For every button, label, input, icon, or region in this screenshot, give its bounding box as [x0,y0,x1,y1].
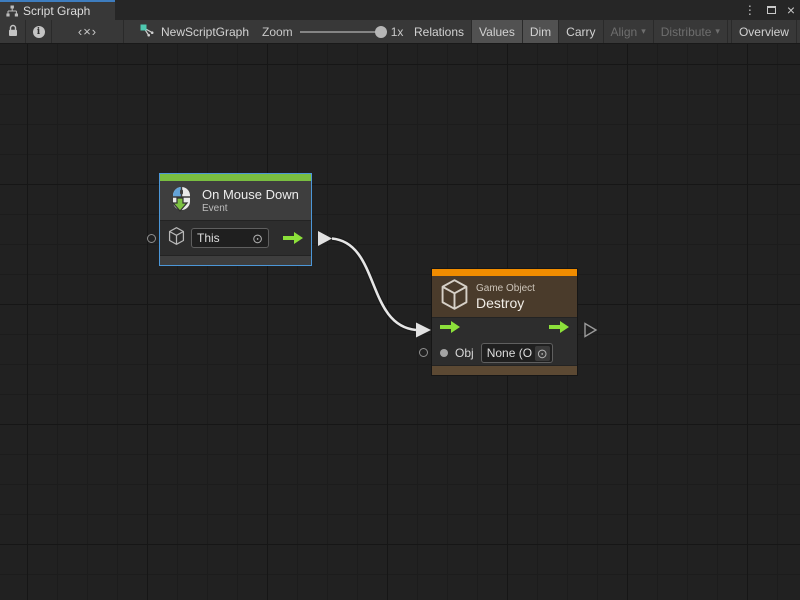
obj-param-row: Obj None (O ⊙ [432,341,577,365]
relations-button[interactable]: Relations [407,20,472,43]
toolbar-icon-group: i ‹×› [0,20,124,43]
zoom-label: Zoom [262,25,293,39]
info-icon: i [33,26,45,38]
node-title: Destroy [476,295,535,311]
toolbar-separator [123,20,124,43]
param-label: Obj [455,346,474,360]
tab-bar: Script Graph ⋮ × [0,0,800,20]
node-titles: On Mouse Down Event [202,187,299,214]
window-controls: ⋮ × [744,0,795,20]
graph-node-icon [140,24,154,40]
graph-reference[interactable]: NewScriptGraph [140,20,249,43]
chevron-down-icon: ▾ [715,26,720,37]
zoom-control: Zoom 1x [262,20,403,43]
node-titles: Game Object Destroy [476,283,535,311]
tab-script-graph[interactable]: Script Graph [0,0,115,20]
code-preview-button[interactable]: ‹×› [52,20,123,43]
node-accent-bar [160,174,311,181]
value-input-dot-icon[interactable] [440,349,448,357]
close-icon[interactable]: × [787,3,795,17]
graph-hierarchy-icon [6,5,18,17]
graph-toolbar: i ‹×› NewScriptGraph Zoom [0,20,800,44]
distribute-dropdown[interactable]: Distribute ▾ [654,20,728,43]
flow-input-arrow-icon[interactable] [440,320,460,339]
zoom-slider[interactable] [300,31,384,33]
node-supertitle: Game Object [476,283,535,294]
maximize-icon[interactable] [767,6,776,14]
node-header[interactable]: Game Object Destroy [432,276,577,317]
node-on-mouse-down[interactable]: On Mouse Down Event This ⊙ [159,173,312,266]
flow-port-row [432,318,577,341]
carry-button[interactable]: Carry [559,20,603,43]
graph-canvas[interactable] [0,44,800,600]
window-menu-icon[interactable]: ⋮ [744,4,756,16]
obj-value-field[interactable]: None (O ⊙ [481,343,553,363]
game-object-cube-icon [168,227,185,250]
values-button[interactable]: Values [472,20,523,43]
flow-output-arrow-icon[interactable] [549,320,569,339]
info-button[interactable]: i [26,20,51,43]
align-dropdown[interactable]: Align ▾ [604,20,654,43]
node-title: On Mouse Down [202,187,299,202]
zoom-slider-handle[interactable] [375,26,387,38]
node-body: This ⊙ [160,220,311,255]
object-picker-icon[interactable]: ⊙ [252,232,263,245]
zoom-value: 1x [391,25,404,39]
chevron-down-icon: ▾ [641,26,646,37]
target-object-field[interactable]: This ⊙ [191,228,269,248]
dim-button[interactable]: Dim [523,20,559,43]
node-destroy[interactable]: Game Object Destroy Obj [431,268,578,376]
tab-title: Script Graph [23,4,90,18]
lock-button[interactable] [0,20,25,43]
node-subtitle: Event [202,203,299,214]
lock-icon [7,24,19,40]
event-target-port[interactable] [147,234,156,243]
game-object-cube-icon [440,279,469,315]
flow-output-arrow-icon[interactable] [283,231,303,245]
mouse-down-event-icon [168,185,195,217]
node-body: Obj None (O ⊙ [432,317,577,365]
node-footer [432,365,577,375]
object-picker-icon[interactable]: ⊙ [535,346,550,361]
node-header[interactable]: On Mouse Down Event [160,181,311,220]
obj-input-port[interactable] [419,348,428,357]
node-accent-bar [432,269,577,276]
toolbar-buttons: Relations Values Dim Carry Align ▾ Distr… [407,20,800,43]
graph-name: NewScriptGraph [161,25,249,39]
code-icon: ‹×› [78,24,97,39]
overview-button[interactable]: Overview [731,20,797,43]
script-graph-window: Script Graph ⋮ × i ‹ [0,0,800,600]
node-footer [160,255,311,265]
